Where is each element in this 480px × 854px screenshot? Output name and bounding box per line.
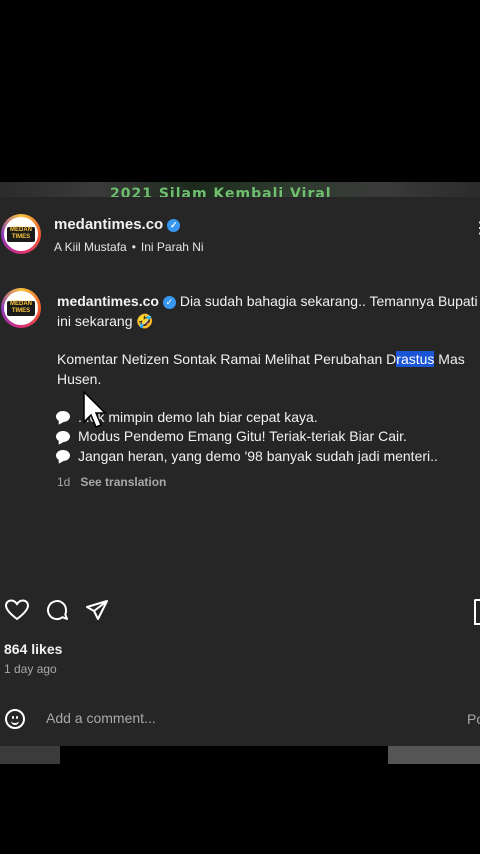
list-item: Jangan heran, yang demo '98 banyak sudah… [56,446,480,466]
text-selection-highlight: rastus [396,351,435,367]
speech-bubble-icon [56,430,70,442]
speech-bubble-icon [56,450,70,462]
audio-title[interactable]: Ini Parah Ni [141,240,204,254]
audio-artist[interactable]: A Kiil Mustafa [54,240,127,254]
comment-input[interactable] [46,710,446,726]
caption-line1: medantimes.co ✓ Dia sudah bahagia sekaran… [57,291,480,331]
background-video-strip: 2021 Silam Kembali Viral [0,182,480,198]
speech-bubble-icon [56,411,70,423]
mouse-cursor-icon [83,390,107,428]
avatar-logo: MEDAN TIMES [7,227,35,242]
more-dots-icon[interactable]: ⋮ [472,218,480,238]
emoji-icon[interactable] [5,709,25,729]
caption-avatar[interactable]: MEDAN TIMES [1,288,41,328]
verified-badge-icon: ✓ [167,218,181,232]
caption-paragraph: Komentar Netizen Sontak Ramai Melihat Pe… [57,351,465,387]
post-username-row[interactable]: medantimes.co ✓ [54,216,181,233]
comment-bar: Post [0,700,480,740]
background-video-strip-bottom [0,746,480,764]
list-item: Modus Pendemo Emang Gitu! Teriak-teriak … [56,427,480,447]
see-translation-link[interactable]: See translation [80,475,166,489]
avatar-logo: MEDAN TIMES [7,301,35,316]
caption-time: 1d [57,474,71,489]
caption-comment-list: ...ek mimpin demo lah biar cepat kaya. M… [56,407,480,466]
post-username[interactable]: medantimes.co [54,216,163,233]
verified-badge-icon: ✓ [162,295,176,309]
list-item: ...ek mimpin demo lah biar cepat kaya. [56,407,480,427]
post-timestamp: 1 day ago [4,662,57,676]
bookmark-icon[interactable] [474,599,480,625]
audio-info[interactable]: A Kiil Mustafa • Ini Parah Ni [54,240,204,254]
post-actions [4,598,110,622]
heart-icon[interactable] [4,598,30,622]
post-caption: medantimes.co ✓ Dia sudah bahagia sekaran… [56,291,480,492]
comment-icon[interactable] [44,598,70,622]
post-avatar[interactable]: MEDAN TIMES [1,214,41,254]
share-icon[interactable] [84,598,110,622]
caption-meta: 1d See translation [57,472,480,492]
caption-username[interactable]: medantimes.co [57,293,159,309]
like-count[interactable]: 864 likes [4,641,62,657]
post-comment-button[interactable]: Post [467,711,480,727]
